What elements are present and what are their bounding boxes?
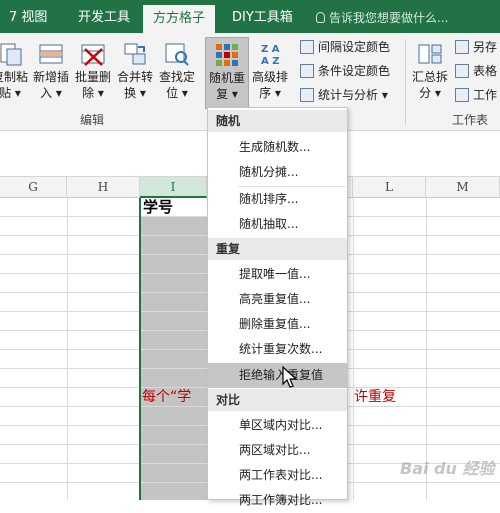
ribbon-separator	[405, 39, 406, 125]
save-icon	[455, 40, 469, 54]
save-as-button[interactable]: 另存	[455, 37, 497, 57]
watermark: Bai du 经验	[400, 459, 495, 478]
find-locate-button[interactable]: 查找定位 ▾	[157, 41, 197, 101]
insert-button[interactable]: 新增插入 ▾	[31, 41, 71, 101]
copy-paste-button[interactable]: 复制粘贴 ▾	[0, 41, 28, 101]
condition-color-icon	[300, 64, 314, 78]
menu-item-highlight-duplicates[interactable]: 高亮重复值...	[208, 287, 347, 312]
sort-az-icon: Z AA Z	[257, 41, 283, 67]
tab-developer[interactable]: 开发工具	[78, 0, 130, 33]
selection-border	[139, 198, 141, 500]
menu-item-delete-duplicates[interactable]: 删除重复值...	[208, 312, 347, 337]
column-header-l[interactable]: L	[353, 177, 426, 198]
menu-item-two-workbook-compare[interactable]: 两工作簿对比...	[208, 488, 347, 513]
lightbulb-icon	[316, 12, 325, 23]
cell-student-id-header[interactable]: 学号	[143, 198, 173, 216]
menu-item-random-allocate[interactable]: 随机分摊...	[208, 160, 347, 185]
tab-fangfang[interactable]: 方方格子	[143, 5, 216, 33]
copy-icon	[0, 41, 23, 67]
random-repeat-button[interactable]: 随机重复 ▾	[205, 37, 249, 109]
advanced-sort-button[interactable]: Z AA Z 高级排序 ▾	[250, 41, 290, 101]
tell-me-search[interactable]: 告诉我您想要做什么...	[316, 0, 448, 33]
column-header-h[interactable]: H	[67, 177, 140, 198]
menu-section-compare: 对比	[208, 389, 347, 411]
menu-item-extract-unique[interactable]: 提取唯一值...	[208, 262, 347, 287]
group-label-worksheet: 工作表	[452, 113, 489, 127]
statistics-analysis-button[interactable]: 统计与分析 ▾	[300, 85, 388, 105]
menu-item-two-sheet-compare[interactable]: 两工作表对比...	[208, 463, 347, 488]
svg-text:Z A: Z A	[261, 44, 280, 55]
group-label-edit: 编辑	[80, 113, 105, 127]
summary-split-button[interactable]: 汇总拆分 ▾	[410, 41, 450, 101]
menu-item-single-range-compare[interactable]: 单区域内对比...	[208, 413, 347, 438]
ribbon-tab-bar: 7 视图 开发工具 方方格子 DIY工具箱 告诉我您想要做什么...	[0, 0, 500, 33]
menu-item-generate-random[interactable]: 生成随机数...	[208, 135, 347, 160]
insert-table-icon	[38, 41, 64, 67]
batch-delete-button[interactable]: 批量删除 ▾	[73, 41, 113, 101]
random-grid-icon	[214, 42, 240, 68]
validation-note-right: 许重复	[354, 389, 396, 405]
condition-color-button[interactable]: 条件设定颜色	[300, 61, 390, 81]
table-icon	[455, 64, 469, 78]
statistics-icon	[300, 88, 314, 102]
svg-text:A Z: A Z	[261, 56, 279, 67]
menu-section-random: 随机	[208, 110, 347, 132]
table-button[interactable]: 表格	[455, 61, 497, 81]
validation-note-left: 每个“学	[142, 389, 192, 405]
interval-color-icon	[300, 40, 314, 54]
summary-split-icon	[417, 41, 443, 67]
selected-column-range[interactable]	[140, 216, 207, 500]
tab-view[interactable]: 7 视图	[9, 0, 47, 33]
menu-item-random-sort[interactable]: 随机排序...	[208, 187, 347, 212]
random-repeat-menu: 随机 生成随机数... 随机分摊... 随机排序... 随机抽取... 重复 提…	[207, 107, 348, 507]
menu-item-two-range-compare[interactable]: 两区域对比...	[208, 438, 347, 463]
find-icon	[164, 41, 190, 67]
worksheet-button[interactable]: 工作	[455, 85, 497, 105]
menu-item-reject-duplicate-input[interactable]: 拒绝输入重复值	[208, 363, 347, 388]
merge-icon	[122, 41, 148, 67]
worksheet-icon	[455, 88, 469, 102]
menu-item-random-pick[interactable]: 随机抽取...	[208, 212, 347, 237]
menu-item-count-duplicates[interactable]: 统计重复次数...	[208, 337, 347, 362]
delete-table-icon	[80, 41, 106, 67]
merge-convert-button[interactable]: 合并转换 ▾	[115, 41, 155, 101]
menu-section-repeat: 重复	[208, 238, 347, 260]
tab-diy-toolbox[interactable]: DIY工具箱	[232, 0, 293, 33]
column-header-i[interactable]: I	[140, 177, 207, 198]
column-header-g[interactable]: G	[0, 177, 67, 198]
column-header-m[interactable]: M	[426, 177, 500, 198]
interval-color-button[interactable]: 间隔设定颜色	[300, 37, 390, 57]
